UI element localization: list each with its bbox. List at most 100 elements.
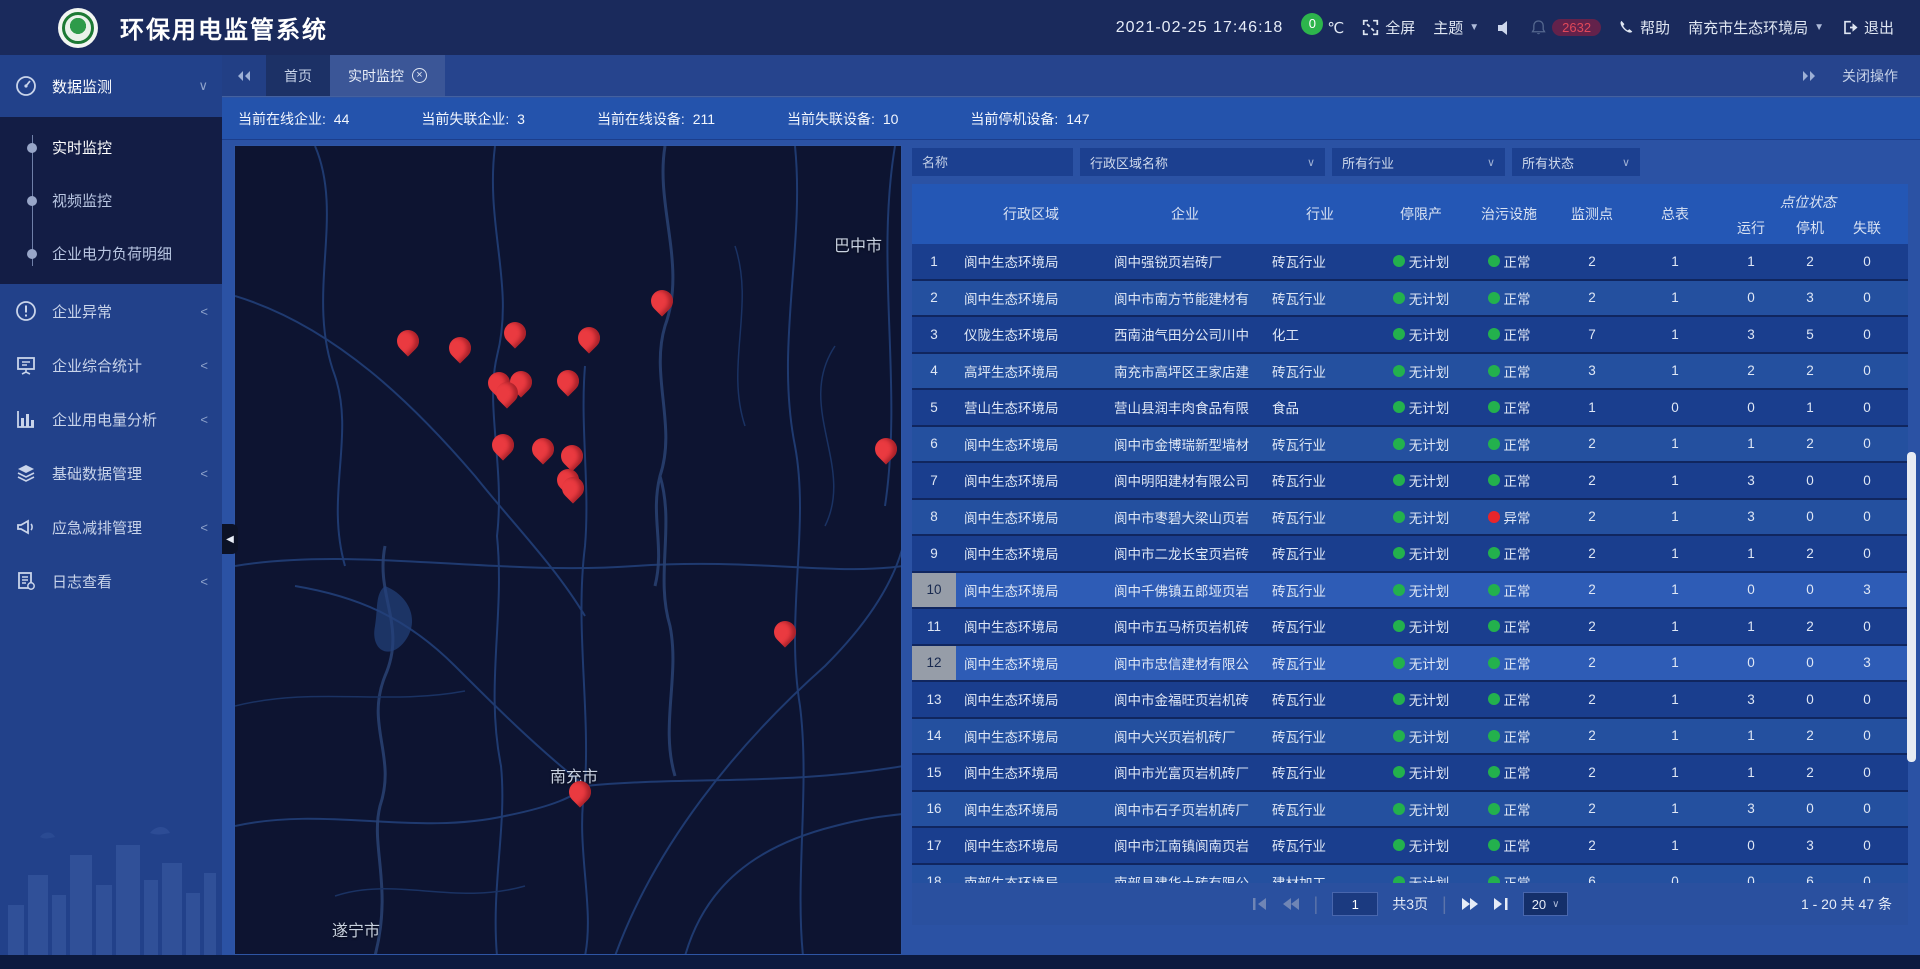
cell-run: 1 xyxy=(1718,427,1784,462)
page-number-input[interactable] xyxy=(1332,892,1378,916)
last-page-button[interactable] xyxy=(1493,897,1509,911)
cell-run: 0 xyxy=(1718,865,1784,884)
table-row[interactable]: 15 阆中生态环境局 阆中市光富页岩机砖厂 砖瓦行业 无计划 正常 2 1 1 … xyxy=(912,755,1908,792)
cell-company: 南部县建华土砖有限公 xyxy=(1106,865,1264,884)
close-tab-icon[interactable]: × xyxy=(412,68,427,83)
table-scrollbar-thumb[interactable] xyxy=(1907,452,1916,762)
table-row[interactable]: 2 阆中生态环境局 阆中市南方节能建材有 砖瓦行业 无计划 正常 2 1 0 3… xyxy=(912,281,1908,318)
next-page-button[interactable] xyxy=(1461,897,1479,911)
status-dot-icon xyxy=(1393,620,1405,632)
status-dot-icon xyxy=(1393,511,1405,523)
table-row[interactable]: 12 阆中生态环境局 阆中市忠信建材有限公 砖瓦行业 无计划 正常 2 1 0 … xyxy=(912,646,1908,683)
cell-facility-status: 正常 xyxy=(1466,390,1552,425)
table-row[interactable]: 10 阆中生态环境局 阆中千佛镇五郎垭页岩 砖瓦行业 无计划 正常 2 1 0 … xyxy=(912,573,1908,610)
status-dot-icon xyxy=(1488,730,1500,742)
sidebar-group-layers[interactable]: 基础数据管理 < xyxy=(0,446,222,500)
cell-meter: 1 xyxy=(1632,573,1718,608)
cell-points: 2 xyxy=(1552,719,1632,754)
sidebar-group-gauge[interactable]: 数据监测 ∨ xyxy=(0,55,222,117)
status-dot-icon xyxy=(1488,474,1500,486)
sidebar-group-alert-circle[interactable]: 企业异常 < xyxy=(0,284,222,338)
sidebar-item[interactable]: 实时监控 xyxy=(0,121,222,174)
industry-select[interactable]: 所有行业∨ xyxy=(1332,148,1505,176)
temperature-unit: ℃ xyxy=(1327,19,1344,37)
sidebar-item[interactable]: 企业电力负荷明细 xyxy=(0,227,222,280)
sidebar-group-bar-chart[interactable]: 企业用电量分析 < xyxy=(0,392,222,446)
table-row[interactable]: 13 阆中生态环境局 阆中市金福旺页岩机砖 砖瓦行业 无计划 正常 2 1 3 … xyxy=(912,682,1908,719)
sidebar-group-presentation[interactable]: 企业综合统计 < xyxy=(0,338,222,392)
cell-points: 2 xyxy=(1552,609,1632,644)
sidebar-group-label: 企业综合统计 xyxy=(52,355,200,376)
table-row[interactable]: 6 阆中生态环境局 阆中市金博瑞新型墙材 砖瓦行业 无计划 正常 2 1 1 2… xyxy=(912,427,1908,464)
cell-company: 阆中市枣碧大梁山页岩 xyxy=(1106,500,1264,535)
collapse-sidebar-toggle[interactable]: ◀ xyxy=(222,524,238,554)
table-row[interactable]: 18 南部生态环境局 南部县建华土砖有限公 建材加工 无计划 正常 6 0 0 … xyxy=(912,865,1908,884)
sidebar-group-megaphone[interactable]: 应急减排管理 < xyxy=(0,500,222,554)
status-dot-icon xyxy=(1393,584,1405,596)
row-index: 15 xyxy=(912,755,956,790)
status-dot-icon xyxy=(1488,401,1500,413)
cell-facility-status: 正常 xyxy=(1466,281,1552,316)
speaker-icon[interactable] xyxy=(1497,20,1513,36)
logout-button[interactable]: 退出 xyxy=(1842,17,1894,38)
sidebar-item[interactable]: 视频监控 xyxy=(0,174,222,227)
region-select[interactable]: 行政区域名称∨ xyxy=(1080,148,1325,176)
pager-divider: | xyxy=(1442,894,1447,915)
table-row[interactable]: 8 阆中生态环境局 阆中市枣碧大梁山页岩 砖瓦行业 无计划 异常 2 1 3 0… xyxy=(912,500,1908,537)
cell-industry: 砖瓦行业 xyxy=(1264,609,1376,644)
table-row[interactable]: 3 仪陇生态环境局 西南油气田分公司川中 化工 无计划 正常 7 1 3 5 0 xyxy=(912,317,1908,354)
status-select[interactable]: 所有状态∨ xyxy=(1512,148,1640,176)
cell-run: 3 xyxy=(1718,792,1784,827)
table-row[interactable]: 5 营山生态环境局 营山县润丰肉食品有限 食品 无计划 正常 1 0 0 1 0 xyxy=(912,390,1908,427)
tab-realtime-monitor[interactable]: 实时监控 × xyxy=(330,55,445,96)
prev-page-button[interactable] xyxy=(1282,897,1300,911)
page-size-select[interactable]: 20∨ xyxy=(1523,892,1569,916)
sidebar-group-label: 基础数据管理 xyxy=(52,463,200,484)
sidebar-group-label: 应急减排管理 xyxy=(52,517,200,538)
temperature-indicator: 0 ℃ xyxy=(1301,19,1344,37)
close-operations-button[interactable]: 关闭操作 xyxy=(1842,66,1898,86)
notification-bell[interactable]: 2632 xyxy=(1531,19,1601,36)
col-run: 运行 xyxy=(1718,212,1784,244)
theme-menu[interactable]: 主题▼ xyxy=(1433,17,1479,38)
first-page-button[interactable] xyxy=(1252,897,1268,911)
help-button[interactable]: 帮助 xyxy=(1619,17,1670,38)
cell-industry: 砖瓦行业 xyxy=(1264,500,1376,535)
table-row[interactable]: 7 阆中生态环境局 阆中明阳建材有限公司 砖瓦行业 无计划 正常 2 1 3 0… xyxy=(912,463,1908,500)
cell-region: 阆中生态环境局 xyxy=(956,500,1106,535)
cell-lost: 0 xyxy=(1836,500,1898,535)
status-dot-icon xyxy=(1488,620,1500,632)
chevron-left-icon: < xyxy=(200,358,208,373)
cell-stop: 0 xyxy=(1784,682,1836,717)
bottom-strip xyxy=(0,955,1920,969)
fullscreen-button[interactable]: 全屏 xyxy=(1362,17,1415,38)
sidebar-item-label: 企业电力负荷明细 xyxy=(52,243,172,264)
cell-lost: 0 xyxy=(1836,317,1898,352)
table-row[interactable]: 16 阆中生态环境局 阆中市石子页岩机砖厂 砖瓦行业 无计划 正常 2 1 3 … xyxy=(912,792,1908,829)
org-menu[interactable]: 南充市生态环境局▼ xyxy=(1688,17,1824,38)
tab-home[interactable]: 首页 xyxy=(266,55,330,96)
cell-meter: 1 xyxy=(1632,354,1718,389)
cell-limit-status: 无计划 xyxy=(1376,682,1466,717)
table-row[interactable]: 1 阆中生态环境局 阆中强锐页岩砖厂 砖瓦行业 无计划 正常 2 1 1 2 0 xyxy=(912,244,1908,281)
table-row[interactable]: 9 阆中生态环境局 阆中市二龙长宝页岩砖 砖瓦行业 无计划 正常 2 1 1 2… xyxy=(912,536,1908,573)
status-dot-icon xyxy=(1393,328,1405,340)
cell-points: 2 xyxy=(1552,792,1632,827)
map-panel[interactable]: 巴中市南充市遂宁市 xyxy=(234,145,902,955)
table-row[interactable]: 4 高坪生态环境局 南充市高坪区王家店建 砖瓦行业 无计划 正常 3 1 2 2… xyxy=(912,354,1908,391)
cell-industry: 砖瓦行业 xyxy=(1264,573,1376,608)
table-row[interactable]: 17 阆中生态环境局 阆中市江南镇阆南页岩 砖瓦行业 无计划 正常 2 1 0 … xyxy=(912,828,1908,865)
row-index: 4 xyxy=(912,354,956,389)
table-row[interactable]: 14 阆中生态环境局 阆中大兴页岩机砖厂 砖瓦行业 无计划 正常 2 1 1 2… xyxy=(912,719,1908,756)
name-search-input[interactable] xyxy=(912,148,1073,176)
cell-points: 2 xyxy=(1552,536,1632,571)
app-logo-icon xyxy=(58,8,98,48)
cell-points: 3 xyxy=(1552,354,1632,389)
table-row[interactable]: 11 阆中生态环境局 阆中市五马桥页岩机砖 砖瓦行业 无计划 正常 2 1 1 … xyxy=(912,609,1908,646)
cell-stop: 3 xyxy=(1784,828,1836,863)
row-index: 1 xyxy=(912,244,956,279)
scroll-tabs-left-button[interactable] xyxy=(222,55,266,96)
sidebar-group-log-file[interactable]: 日志查看 < xyxy=(0,554,222,608)
status-dot-icon xyxy=(1488,511,1500,523)
scroll-tabs-right-button[interactable] xyxy=(1802,70,1816,82)
